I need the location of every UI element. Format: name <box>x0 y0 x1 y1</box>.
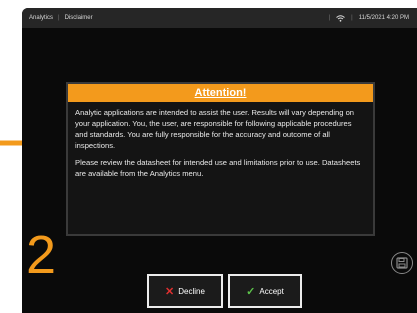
decline-button[interactable]: ✕ Decline <box>147 274 223 308</box>
checkmark-icon: ✓ <box>246 285 256 298</box>
breadcrumb-page: Disclaimer <box>64 15 93 21</box>
accept-button[interactable]: ✓ Accept <box>228 274 302 308</box>
status-separator: | <box>328 15 331 21</box>
wifi-icon <box>336 14 346 22</box>
status-right: | | 11/5/2021 4:20 PM <box>329 8 409 28</box>
close-icon: ✕ <box>165 285 175 298</box>
step-number: 2 <box>26 225 57 285</box>
dialog-paragraph-datasheet: Please review the datasheet for intended… <box>75 158 361 178</box>
dialog-paragraph-disclaimer: Analytic applications are intended to as… <box>75 108 355 150</box>
status-datetime: 11/5/2021 4:20 PM <box>358 15 409 21</box>
attention-dialog: Attention! Analytic applications are int… <box>66 82 375 236</box>
dialog-body: Analytic applications are intended to as… <box>68 102 373 190</box>
status-bar: Analytics | Disclaimer | | 11/5/2021 4:2… <box>22 8 417 28</box>
breadcrumb-separator: | <box>58 15 60 21</box>
floppy-disk-icon <box>396 257 408 269</box>
breadcrumb-app[interactable]: Analytics <box>22 15 53 21</box>
dialog-title: Attention! <box>68 84 373 102</box>
decline-label: Decline <box>178 286 205 296</box>
save-icon[interactable] <box>391 252 413 274</box>
status-separator: | <box>351 15 353 21</box>
accept-label: Accept <box>259 286 284 296</box>
